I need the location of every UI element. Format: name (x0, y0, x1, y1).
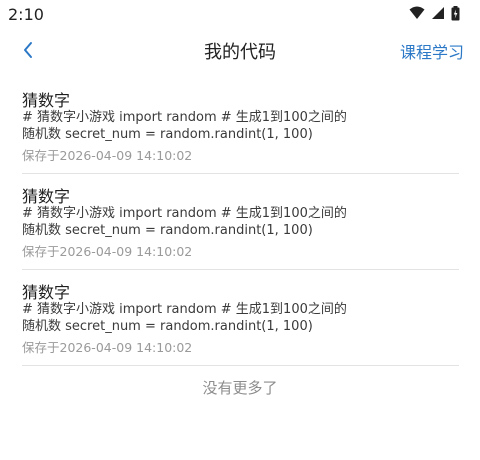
code-snippet: # 猜数字小游戏 import random # 生成1到100之间的随机数 s… (22, 302, 347, 334)
code-title: 猜数字 (22, 187, 71, 206)
wifi-icon (409, 6, 425, 19)
battery-icon (451, 5, 460, 20)
status-bar: 2:10 (0, 0, 480, 28)
code-title: 猜数字 (22, 283, 71, 302)
saved-timestamp: 保存于2026-04-09 14:10:02 (22, 241, 197, 260)
saved-timestamp: 保存于2026-04-09 14:10:02 (22, 145, 197, 164)
status-time: 2:10 (8, 5, 44, 24)
code-snippet: # 猜数字小游戏 import random # 生成1到100之间的随机数 s… (22, 206, 347, 238)
code-list-item[interactable]: 猜数字 # 猜数字小游戏 import random # 生成1到100之间的随… (22, 78, 459, 174)
code-title: 猜数字 (22, 91, 71, 110)
signal-icon (432, 7, 444, 19)
code-list: 猜数字 # 猜数字小游戏 import random # 生成1到100之间的随… (22, 78, 459, 366)
course-study-link[interactable]: 课程学习 (400, 39, 464, 63)
code-list-item[interactable]: 猜数字 # 猜数字小游戏 import random # 生成1到100之间的随… (22, 174, 459, 270)
status-icons (409, 5, 460, 20)
code-snippet: # 猜数字小游戏 import random # 生成1到100之间的随机数 s… (22, 110, 347, 142)
no-more-text: 没有更多了 (202, 379, 278, 397)
nav-bar: 我的代码 课程学习 (0, 28, 480, 72)
code-list-item[interactable]: 猜数字 # 猜数字小游戏 import random # 生成1到100之间的随… (22, 270, 459, 366)
saved-timestamp: 保存于2026-04-09 14:10:02 (22, 337, 197, 356)
